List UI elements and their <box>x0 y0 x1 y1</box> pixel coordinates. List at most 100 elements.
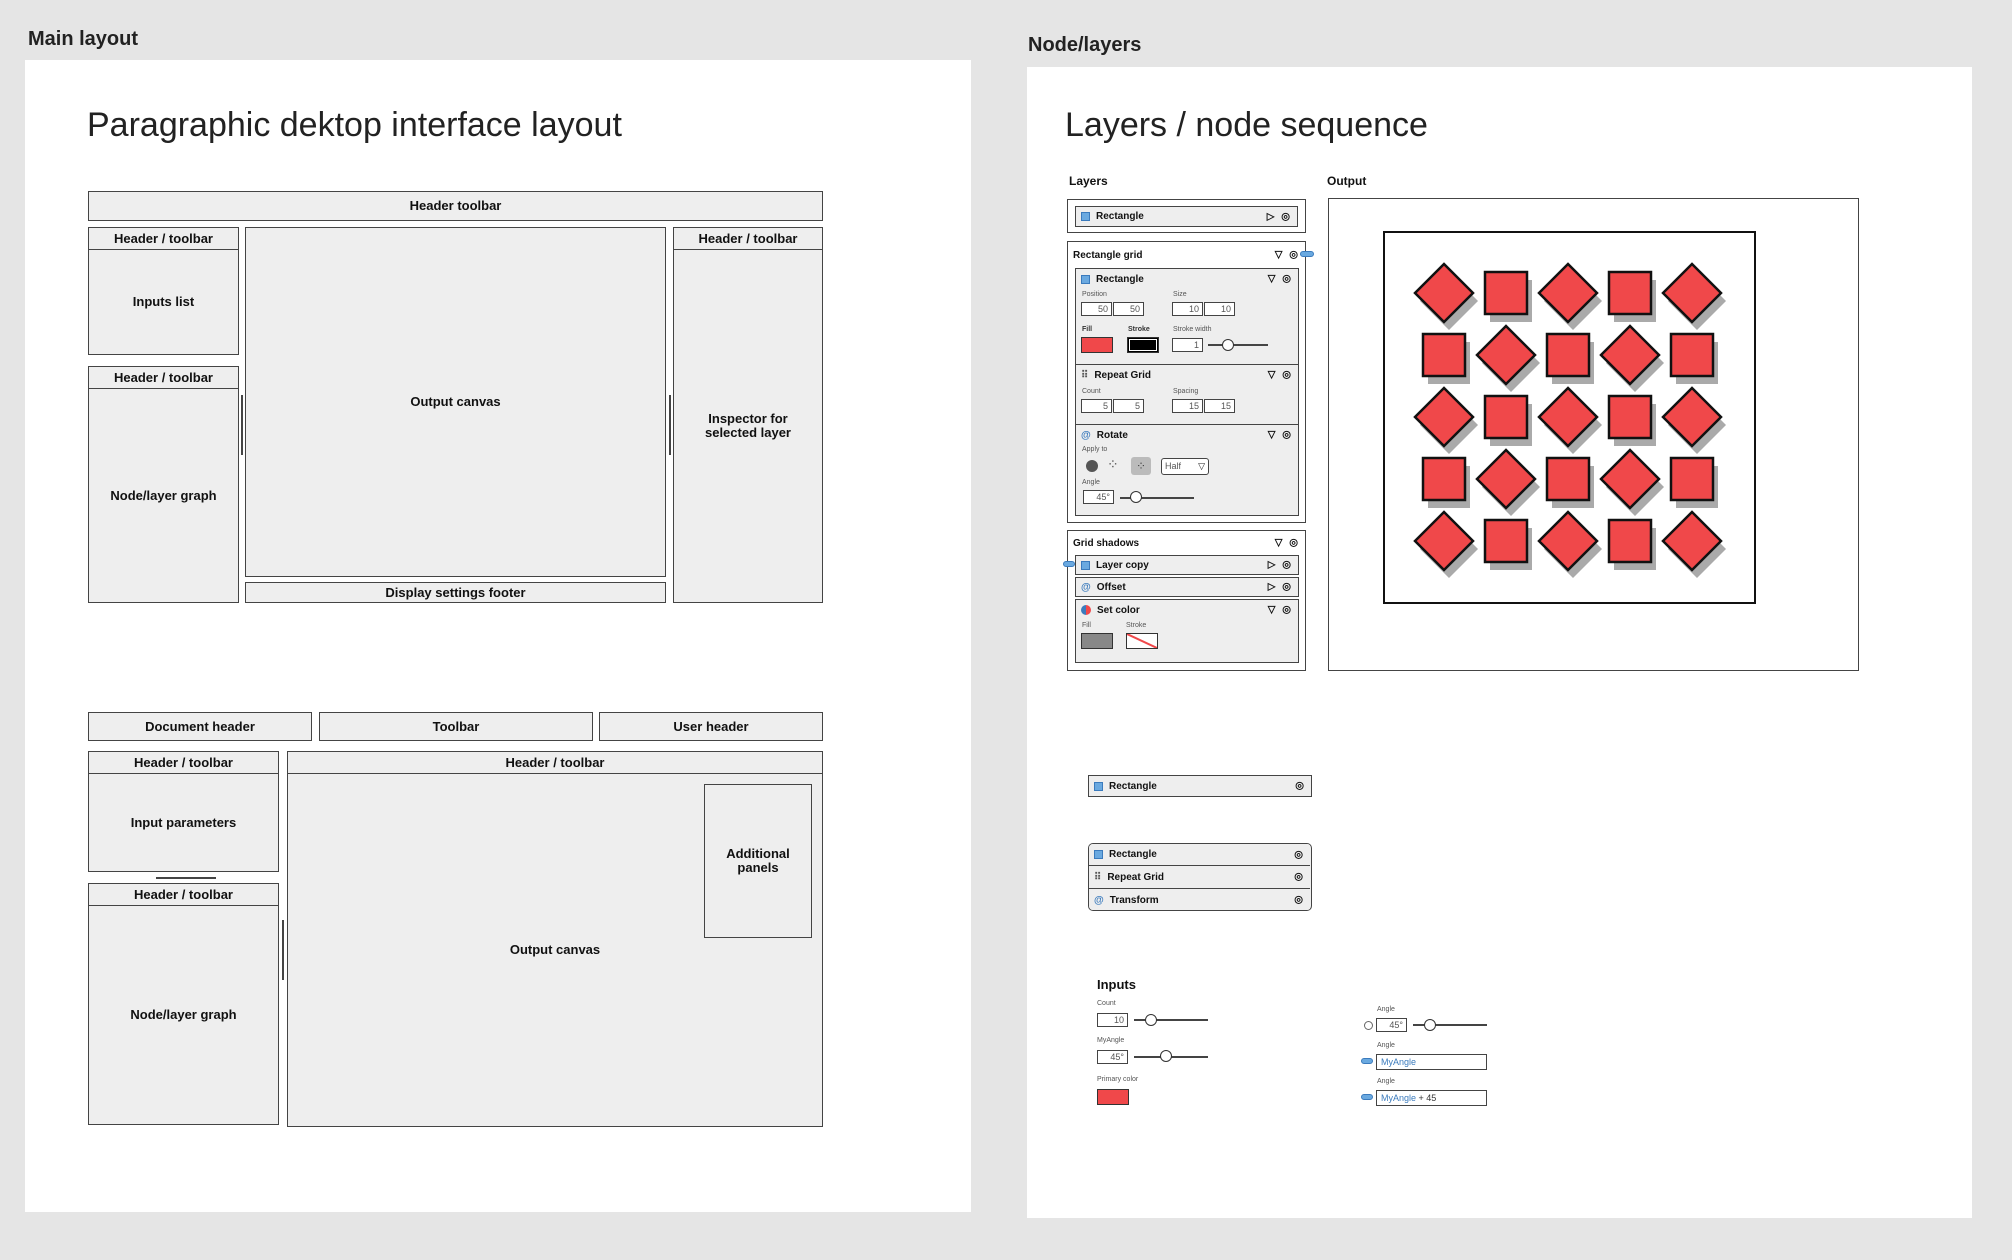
inputs-list-panel: Header / toolbar Inputs list <box>88 227 239 355</box>
grid-dots-icon: ⠿ <box>1081 369 1089 381</box>
node-graph-label: Node/layer graph <box>110 487 217 503</box>
expand-eye-icon[interactable]: ▷ ◎ <box>1267 211 1292 222</box>
rotate-label: Rotate <box>1096 429 1128 441</box>
grid-rectangle-node[interactable]: Rectangle ▽ ◎ Position 50 50 Size 10 10 … <box>1075 268 1299 516</box>
collapse-eye-icon[interactable]: ▽ ◎ <box>1268 605 1293 616</box>
header-toolbar[interactable]: Header toolbar <box>88 191 823 221</box>
link-connector-icon[interactable] <box>1361 1094 1373 1100</box>
square-shape <box>1483 270 1529 316</box>
spacing-x-input[interactable]: 15 <box>1172 399 1203 413</box>
radio-icon[interactable] <box>1364 1021 1373 1030</box>
fill-color-swatch[interactable] <box>1081 337 1113 353</box>
display-settings-footer[interactable]: Display settings footer <box>245 582 666 603</box>
node-graph-header-2[interactable]: Header / toolbar <box>89 884 278 906</box>
angle3-variable: MyAngle <box>1381 1093 1417 1103</box>
link-connector-icon[interactable] <box>1361 1058 1373 1064</box>
angle2-label: Angle <box>1377 1042 1395 1049</box>
repeat-grid-header[interactable]: ⠿ Repeat Grid ▽ ◎ <box>1076 365 1298 385</box>
collapse-eye-icon[interactable]: ▽ ◎ <box>1275 538 1300 549</box>
size-h-input[interactable]: 10 <box>1204 302 1235 316</box>
position-y-input[interactable]: 50 <box>1113 302 1144 316</box>
inputs-list-header[interactable]: Header / toolbar <box>89 228 238 250</box>
inputs-myangle-slider-knob[interactable] <box>1160 1050 1172 1062</box>
expand-eye-icon[interactable]: ▷ ◎ <box>1268 560 1293 571</box>
input-parameters-header[interactable]: Header / toolbar <box>89 752 278 774</box>
set-color-header[interactable]: Set color ▽ ◎ <box>1076 600 1298 620</box>
angle2-expression-input[interactable]: MyAngle <box>1376 1054 1487 1070</box>
layout1-title: Paragraphic dektop interface layout <box>87 106 622 144</box>
mini-rectangle[interactable]: Rectangle ◎ <box>1088 775 1312 797</box>
offset-row[interactable]: @ Offset ▷ ◎ <box>1075 577 1299 597</box>
collapse-eye-icon[interactable]: ▽ ◎ <box>1275 250 1300 261</box>
fill-label: Fill <box>1082 326 1093 333</box>
angle-input[interactable]: 45° <box>1083 490 1114 504</box>
stroke-color-swatch[interactable] <box>1127 337 1159 353</box>
grid-rectangle-header[interactable]: Rectangle ▽ ◎ <box>1076 269 1298 289</box>
document-header[interactable]: Document header <box>88 712 312 741</box>
square-shape <box>1607 394 1653 440</box>
eye-icon[interactable]: ◎ <box>1295 781 1306 792</box>
sc-fill-label: Fill <box>1082 622 1091 629</box>
rectangle-swatch-icon <box>1081 212 1090 221</box>
rotate-header[interactable]: @ Rotate ▽ ◎ <box>1076 425 1298 445</box>
resize-handle-left[interactable] <box>241 395 243 455</box>
inputs-primary-color-swatch[interactable] <box>1097 1089 1129 1105</box>
set-color-node[interactable]: Set color ▽ ◎ Fill Stroke <box>1075 599 1299 663</box>
additional-panels[interactable]: Additional panels <box>704 784 812 938</box>
spacing-y-input[interactable]: 15 <box>1204 399 1235 413</box>
rectangle-grid-header[interactable]: Rectangle grid ▽ ◎ <box>1068 244 1305 266</box>
stroke-width-slider-knob[interactable] <box>1222 339 1234 351</box>
stroke-width-input[interactable]: 1 <box>1172 338 1203 352</box>
mini-stack-repeat-grid[interactable]: ⠿ Repeat Grid ◎ <box>1089 866 1310 889</box>
resize-handle-right[interactable] <box>669 395 671 455</box>
layer-rectangle[interactable]: Rectangle ▷ ◎ <box>1075 206 1298 227</box>
collapse-eye-icon[interactable]: ▽ ◎ <box>1268 274 1293 285</box>
main-canvas-header[interactable]: Header / toolbar <box>288 752 822 774</box>
sc-fill-swatch[interactable] <box>1081 633 1113 649</box>
count-y-input[interactable]: 5 <box>1113 399 1144 413</box>
collapse-eye-icon[interactable]: ▽ ◎ <box>1268 370 1293 381</box>
resize-handle-horizontal[interactable] <box>156 877 216 879</box>
link-connector-icon[interactable] <box>1300 251 1314 257</box>
inspector-header[interactable]: Header / toolbar <box>674 228 822 250</box>
angle1-slider-knob[interactable] <box>1424 1019 1436 1031</box>
apply-all-icon[interactable] <box>1086 460 1098 472</box>
chevron-down-icon: ▽ <box>1198 461 1205 471</box>
grid-shadows-group: Grid shadows ▽ ◎ Layer copy ▷ ◎ @ Offset… <box>1063 530 1306 671</box>
sc-stroke-swatch-none[interactable] <box>1126 633 1158 649</box>
angle3-expression-input[interactable]: MyAngle + 45 <box>1376 1090 1487 1106</box>
repeat-grid-label: Repeat Grid <box>1094 369 1152 381</box>
toolbar[interactable]: Toolbar <box>319 712 593 741</box>
mini-stack-transform-label: Transform <box>1109 894 1159 906</box>
mini-stack-transform[interactable]: @ Transform ◎ <box>1089 889 1310 910</box>
layer-copy-row[interactable]: Layer copy ▷ ◎ <box>1075 555 1299 575</box>
grid-shadows-header[interactable]: Grid shadows ▽ ◎ <box>1068 533 1305 553</box>
sc-stroke-label: Stroke <box>1126 622 1147 629</box>
angle-slider-knob[interactable] <box>1130 491 1142 503</box>
stroke-width-slider[interactable] <box>1208 344 1268 346</box>
eye-icon[interactable]: ◎ <box>1294 849 1305 860</box>
inputs-count-slider-knob[interactable] <box>1145 1014 1157 1026</box>
size-w-input[interactable]: 10 <box>1172 302 1203 316</box>
apply-half-select[interactable]: Half ▽ <box>1161 458 1209 475</box>
user-header[interactable]: User header <box>599 712 823 741</box>
node-graph-header[interactable]: Header / toolbar <box>89 367 238 389</box>
output-canvas[interactable]: Output canvas <box>245 227 666 577</box>
collapse-eye-icon[interactable]: ▽ ◎ <box>1268 430 1293 441</box>
inputs-myangle-input[interactable]: 45° <box>1097 1050 1128 1064</box>
angle1-input[interactable]: 45° <box>1376 1018 1407 1032</box>
square-shape <box>1483 518 1529 564</box>
eye-icon[interactable]: ◎ <box>1294 895 1305 906</box>
inputs-count-input[interactable]: 10 <box>1097 1013 1128 1027</box>
apply-half-icon[interactable]: ⁘ <box>1131 457 1151 475</box>
position-x-input[interactable]: 50 <box>1081 302 1112 316</box>
apply-grid-icon[interactable]: ⁘ <box>1107 456 1119 473</box>
link-connector-icon[interactable] <box>1063 561 1075 567</box>
resize-handle-left-2[interactable] <box>282 920 284 980</box>
eye-icon[interactable]: ◎ <box>1294 872 1305 883</box>
stroke-label: Stroke <box>1128 326 1150 333</box>
grid-dots-icon: ⠿ <box>1094 871 1102 883</box>
mini-stack-rectangle[interactable]: Rectangle ◎ <box>1089 844 1310 866</box>
count-x-input[interactable]: 5 <box>1081 399 1112 413</box>
expand-eye-icon[interactable]: ▷ ◎ <box>1268 582 1293 593</box>
